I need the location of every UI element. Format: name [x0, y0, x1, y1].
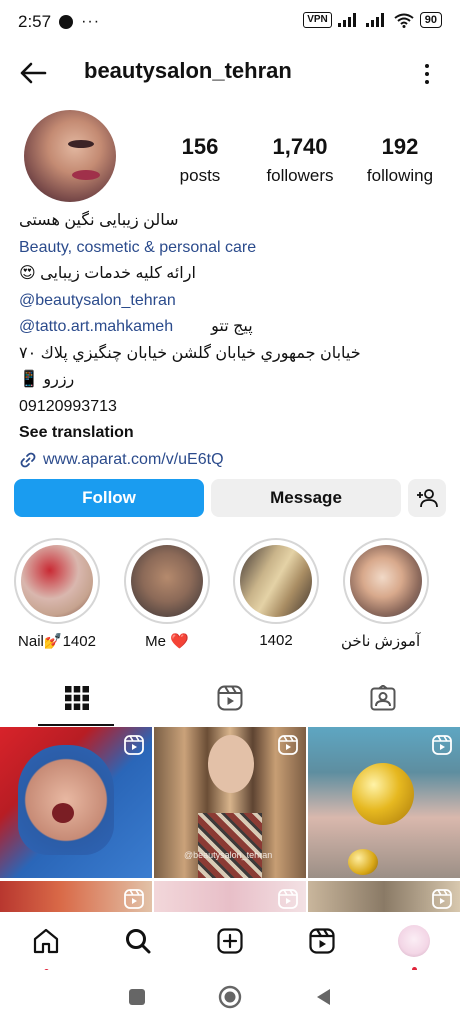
reels-nav-icon — [309, 928, 335, 954]
bio-line-services: ارائه کلیه خدمات زیبایی 😍 — [19, 265, 196, 282]
profile-tabs — [0, 670, 460, 726]
circle-icon — [218, 985, 242, 1009]
vpn-icon: VPN — [303, 12, 332, 28]
bio-phone: 09120993713 — [19, 397, 117, 415]
posts-grid: @beautysalon_tehran — [0, 727, 460, 912]
stat-posts-label: posts — [179, 166, 221, 185]
profile-bio: سالن زیبایی نگین هستی Beauty, cosmetic &… — [19, 208, 449, 473]
nav-create[interactable] — [184, 927, 276, 955]
see-translation-link[interactable]: See translation — [19, 420, 449, 447]
profile-avatar-small — [398, 925, 430, 957]
bottom-navigation — [0, 912, 460, 974]
chat-notification-icon — [59, 15, 74, 29]
bio-link-text: www.aparat.com/v/uE6tQ — [43, 450, 224, 468]
arrow-left-icon — [20, 62, 47, 84]
stat-posts-value: 156 — [181, 134, 219, 159]
nav-search[interactable] — [92, 927, 184, 955]
highlight-label: Me ❤️ — [145, 633, 189, 650]
system-navigation — [0, 970, 460, 1024]
reel-icon — [124, 889, 144, 912]
tagged-user-icon — [370, 685, 396, 711]
highlight-item[interactable]: 1402 — [231, 538, 321, 649]
grid-post[interactable] — [0, 727, 152, 878]
plus-square-icon — [217, 928, 243, 954]
suggest-users-button[interactable] — [408, 479, 446, 517]
tab-tagged[interactable] — [307, 670, 460, 726]
stat-following-label: following — [366, 166, 434, 185]
recents-button[interactable] — [128, 988, 146, 1006]
signal-icon-2 — [365, 13, 384, 27]
battery-icon: 90 — [419, 12, 442, 28]
bio-reserve: رزرو 📱 — [19, 371, 75, 388]
reels-icon — [217, 685, 243, 711]
stat-following-value: 192 — [381, 134, 419, 159]
link-icon — [20, 452, 36, 468]
bio-name: سالن زیبایی نگین هستی — [19, 212, 179, 229]
bio-tatto-label: پیج تتو — [211, 318, 253, 335]
profile-stats: 156 posts 1,740 followers 192 following — [150, 134, 450, 186]
search-icon — [126, 929, 151, 954]
status-time: 2:57 — [18, 12, 52, 31]
highlight-label: 1402 — [259, 632, 293, 649]
triangle-back-icon — [317, 989, 330, 1005]
reel-icon — [124, 735, 144, 760]
stat-followers-label: followers — [266, 166, 334, 185]
stat-followers[interactable]: 1,740 followers — [250, 134, 350, 186]
stat-posts[interactable]: 156 posts — [150, 134, 250, 186]
back-button[interactable] — [16, 58, 50, 88]
reel-icon — [278, 889, 298, 912]
back-system-button[interactable] — [314, 987, 332, 1007]
nav-home[interactable] — [0, 927, 92, 974]
highlight-label: Nail💅1402 — [18, 633, 96, 650]
stat-following[interactable]: 192 following — [350, 134, 450, 186]
bio-address: خیابان جمهوري خیابان گلشن خیابان چنگیزي … — [19, 344, 361, 362]
add-user-icon — [417, 489, 438, 508]
follow-button[interactable]: Follow — [14, 479, 204, 517]
nav-profile[interactable] — [368, 925, 460, 972]
profile-username: beautysalon_tehran — [84, 58, 292, 83]
grid-post[interactable]: @beautysalon_tehran — [154, 727, 306, 878]
profile-actions: Follow Message — [14, 479, 446, 517]
active-tab-indicator — [38, 724, 114, 726]
bio-mention-salon[interactable]: @beautysalon_tehran — [19, 288, 449, 315]
square-icon — [129, 989, 145, 1005]
grid-post-caption: @beautysalon_tehran — [184, 850, 273, 860]
stat-followers-value: 1,740 — [272, 134, 328, 159]
bio-category[interactable]: Beauty, cosmetic & personal care — [19, 235, 449, 262]
more-options-button[interactable] — [418, 60, 436, 88]
reel-icon — [278, 735, 298, 760]
reel-icon — [432, 889, 452, 912]
bio-external-link[interactable]: www.aparat.com/v/uE6tQ — [19, 447, 449, 474]
highlight-item[interactable]: Me ❤️ — [122, 538, 212, 650]
grid-post[interactable] — [308, 727, 460, 878]
story-highlights: Nail💅1402 Me ❤️ 1402 آموزش ناخن — [0, 538, 460, 658]
highlight-label: آموزش ناخن — [341, 633, 421, 650]
signal-icon — [337, 13, 356, 27]
more-notifications-icon: ··· — [81, 13, 101, 30]
bio-tatto-row: @tatto.art.mahkameh پیج تتو — [19, 314, 449, 341]
grid-post[interactable] — [308, 881, 460, 912]
profile-avatar[interactable] — [24, 110, 116, 202]
status-bar: 2:57 ··· VPN 90 — [0, 0, 460, 44]
message-button[interactable]: Message — [211, 479, 401, 517]
tab-reels[interactable] — [153, 670, 306, 726]
tab-posts-grid[interactable] — [0, 670, 153, 726]
nav-reels[interactable] — [276, 927, 368, 955]
grid-post[interactable] — [0, 881, 152, 912]
profile-header: beautysalon_tehran — [0, 48, 460, 98]
grid-icon — [64, 686, 89, 710]
home-system-button[interactable] — [218, 985, 242, 1009]
highlight-item[interactable]: آموزش ناخن — [341, 538, 431, 650]
bio-mention-tatto[interactable]: @tatto.art.mahkameh — [19, 314, 173, 341]
wifi-icon — [394, 13, 414, 28]
home-icon — [33, 928, 59, 954]
grid-post[interactable] — [154, 881, 306, 912]
highlight-item[interactable]: Nail💅1402 — [12, 538, 102, 650]
reel-icon — [432, 735, 452, 760]
